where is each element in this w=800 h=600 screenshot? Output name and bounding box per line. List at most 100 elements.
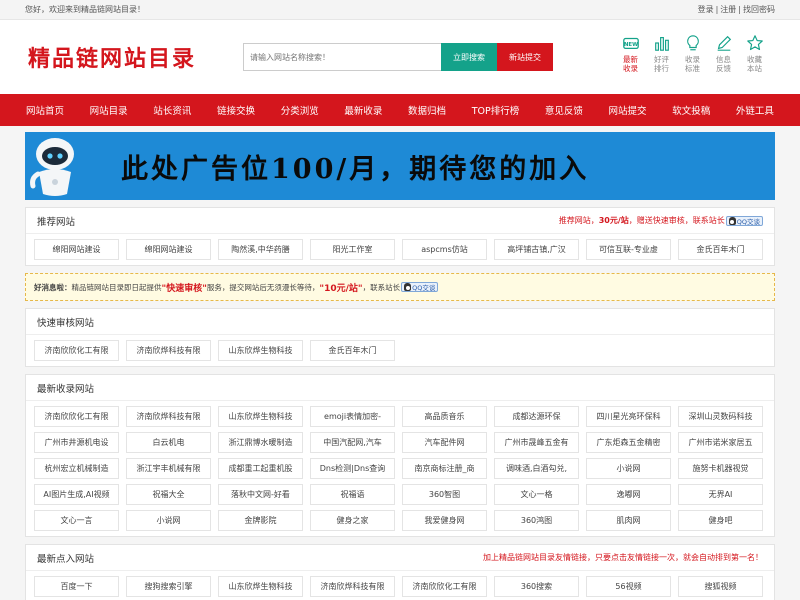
site-link[interactable]: 杭州宏立机械制造	[34, 458, 119, 479]
main-nav: 网站首页 网站目录 站长资讯 链接交换 分类浏览 最新收录 数据归档 TOP排行…	[0, 94, 800, 126]
site-link[interactable]: 我爱健身网	[402, 510, 487, 531]
site-link[interactable]: 济南欣烨科技有限	[310, 576, 395, 597]
site-link[interactable]: 山东欣烨生物科技	[218, 576, 303, 597]
site-link[interactable]: 山东欣烨生物科技	[218, 340, 303, 361]
quick-link-feedback[interactable]: 信息 反馈	[708, 34, 739, 73]
site-link[interactable]: 逸嘟网	[586, 484, 671, 505]
nav-home[interactable]: 网站首页	[26, 103, 64, 117]
quick-links: NEW 最新 收录 好评 排行 收录 标准 信息 反馈 收藏 本站	[615, 34, 770, 73]
search-button[interactable]: 立即搜索	[441, 43, 497, 71]
nav-link-tools[interactable]: 外链工具	[736, 103, 774, 117]
chart-icon	[654, 37, 669, 51]
site-link[interactable]: 浙江宇丰机械有限	[126, 458, 211, 479]
site-link[interactable]: emoji表情加密-	[310, 406, 395, 427]
recommend-note: 推荐网站，30元/站，赠送快速审核，联系站长 QQ交谈	[559, 215, 763, 226]
site-link[interactable]: aspcms仿站	[402, 239, 487, 260]
site-link[interactable]: 健身吧	[678, 510, 763, 531]
login-link[interactable]: 登录	[698, 5, 714, 14]
site-link[interactable]: 高坪铺古镇,广汉	[494, 239, 579, 260]
site-link[interactable]: 搜狐视频	[678, 576, 763, 597]
site-link[interactable]: 中国汽配网,汽车	[310, 432, 395, 453]
site-link[interactable]: 绵阳网站建设	[126, 239, 211, 260]
site-link[interactable]: 成都重工起重机股	[218, 458, 303, 479]
site-link[interactable]: 浙江鼎博水暖制造	[218, 432, 303, 453]
star-icon	[746, 35, 763, 51]
site-link[interactable]: 56视频	[586, 576, 671, 597]
ad-banner[interactable]: 此处广告位100/月，期待您的加入	[25, 132, 775, 200]
nav-submit[interactable]: 网站提交	[609, 103, 647, 117]
site-link[interactable]: 可信互联-专业虚	[586, 239, 671, 260]
nav-directory[interactable]: 网站目录	[90, 103, 128, 117]
site-link[interactable]: 深圳山灵数码科技	[678, 406, 763, 427]
site-link[interactable]: 广州市晟峰五金有	[494, 432, 579, 453]
account-links: 登录 | 注册 | 找回密码	[697, 5, 775, 14]
site-link[interactable]: AI图片生成,AI视频	[34, 484, 119, 505]
site-link[interactable]: 阳光工作室	[310, 239, 395, 260]
site-link[interactable]: 广州市井源机电设	[34, 432, 119, 453]
nav-articles[interactable]: 软文投稿	[672, 103, 710, 117]
quick-link-bookmark[interactable]: 收藏 本站	[739, 34, 770, 73]
site-link[interactable]: 肌肉网	[586, 510, 671, 531]
bulb-icon	[686, 35, 699, 51]
qq-chat-button[interactable]: QQ交谈	[725, 215, 763, 226]
quick-link-latest[interactable]: NEW 最新 收录	[615, 34, 646, 73]
site-link[interactable]: 高品质音乐	[402, 406, 487, 427]
site-link[interactable]: 四川星光亮环保科	[586, 406, 671, 427]
site-link[interactable]: 无界AI	[678, 484, 763, 505]
site-link[interactable]: 小说网	[126, 510, 211, 531]
site-link[interactable]: 济南欣烨科技有限	[126, 340, 211, 361]
site-link[interactable]: 山东欣烨生物科技	[218, 406, 303, 427]
recover-password-link[interactable]: 找回密码	[743, 5, 775, 14]
panel-header: 最新点入网站 加上精品链网站目录友情链接，只要点击友情链接一次，就会自动排到第一…	[26, 545, 774, 571]
site-link[interactable]: 汽车配件网	[402, 432, 487, 453]
site-link[interactable]: 白云机电	[126, 432, 211, 453]
site-link[interactable]: 文心一格	[494, 484, 579, 505]
nav-link-exchange[interactable]: 链接交换	[217, 103, 255, 117]
site-link[interactable]: 陶然溪,中华药膳	[218, 239, 303, 260]
site-link[interactable]: 360鸿图	[494, 510, 579, 531]
site-link[interactable]: 360智图	[402, 484, 487, 505]
site-link[interactable]: 落秋中文网-好看	[218, 484, 303, 505]
site-link[interactable]: 济南欣欣化工有限	[34, 406, 119, 427]
site-link[interactable]: 文心一言	[34, 510, 119, 531]
site-link[interactable]: 搜狗搜索引擎	[126, 576, 211, 597]
qq-chat-button[interactable]: QQ交谈	[401, 282, 439, 292]
site-link[interactable]: 南京商标注册_商	[402, 458, 487, 479]
site-link[interactable]: 祝福大全	[126, 484, 211, 505]
site-link[interactable]: 济南欣烨科技有限	[126, 406, 211, 427]
quick-link-standard[interactable]: 收录 标准	[677, 34, 708, 73]
panel-header: 推荐网站 推荐网站，30元/站，赠送快速审核，联系站长 QQ交谈	[26, 208, 774, 234]
site-link[interactable]: 广东炬森五金精密	[586, 432, 671, 453]
nav-archive[interactable]: 数据归档	[408, 103, 446, 117]
site-link[interactable]: 调味酒,白酒勾兑,	[494, 458, 579, 479]
site-link[interactable]: 金氏百年木门	[310, 340, 395, 361]
quick-link-ranking[interactable]: 好评 排行	[646, 34, 677, 73]
site-link[interactable]: 小说网	[586, 458, 671, 479]
site-link[interactable]: 绵阳网站建设	[34, 239, 119, 260]
site-link[interactable]: 济南欣欣化工有限	[34, 340, 119, 361]
panel-header: 快速审核网站	[26, 309, 774, 335]
nav-top-ranking[interactable]: TOP排行榜	[472, 103, 520, 117]
submit-site-button[interactable]: 新站提交	[497, 43, 553, 71]
site-link[interactable]: Dns检测|Dns查询	[310, 458, 395, 479]
recommended-grid: 绵阳网站建设 绵阳网站建设 陶然溪,中华药膳 阳光工作室 aspcms仿站 高坪铺古镇,广…	[26, 234, 774, 265]
register-link[interactable]: 注册	[720, 5, 736, 14]
site-link[interactable]: 广州市诺米家居五	[678, 432, 763, 453]
site-logo[interactable]: 精品链网站目录	[28, 41, 243, 73]
fast-review-panel: 快速审核网站 济南欣欣化工有限 济南欣烨科技有限 山东欣烨生物科技 金氏百年木门	[25, 308, 775, 367]
search-input[interactable]	[243, 43, 441, 71]
site-link[interactable]: 祝福语	[310, 484, 395, 505]
site-link[interactable]: 金氏百年木门	[678, 239, 763, 260]
site-link[interactable]: 济南欣欣化工有限	[402, 576, 487, 597]
site-link[interactable]: 金牌影院	[218, 510, 303, 531]
nav-feedback[interactable]: 意见反馈	[545, 103, 583, 117]
site-link[interactable]: 百度一下	[34, 576, 119, 597]
site-link[interactable]: 施努卡机器视觉	[678, 458, 763, 479]
site-link[interactable]: 360搜索	[494, 576, 579, 597]
site-link[interactable]: 成都达源环保	[494, 406, 579, 427]
nav-categories[interactable]: 分类浏览	[281, 103, 319, 117]
nav-news[interactable]: 站长资讯	[153, 103, 191, 117]
site-link[interactable]: 健身之家	[310, 510, 395, 531]
nav-latest[interactable]: 最新收录	[344, 103, 382, 117]
panel-title: 推荐网站	[37, 216, 76, 228]
